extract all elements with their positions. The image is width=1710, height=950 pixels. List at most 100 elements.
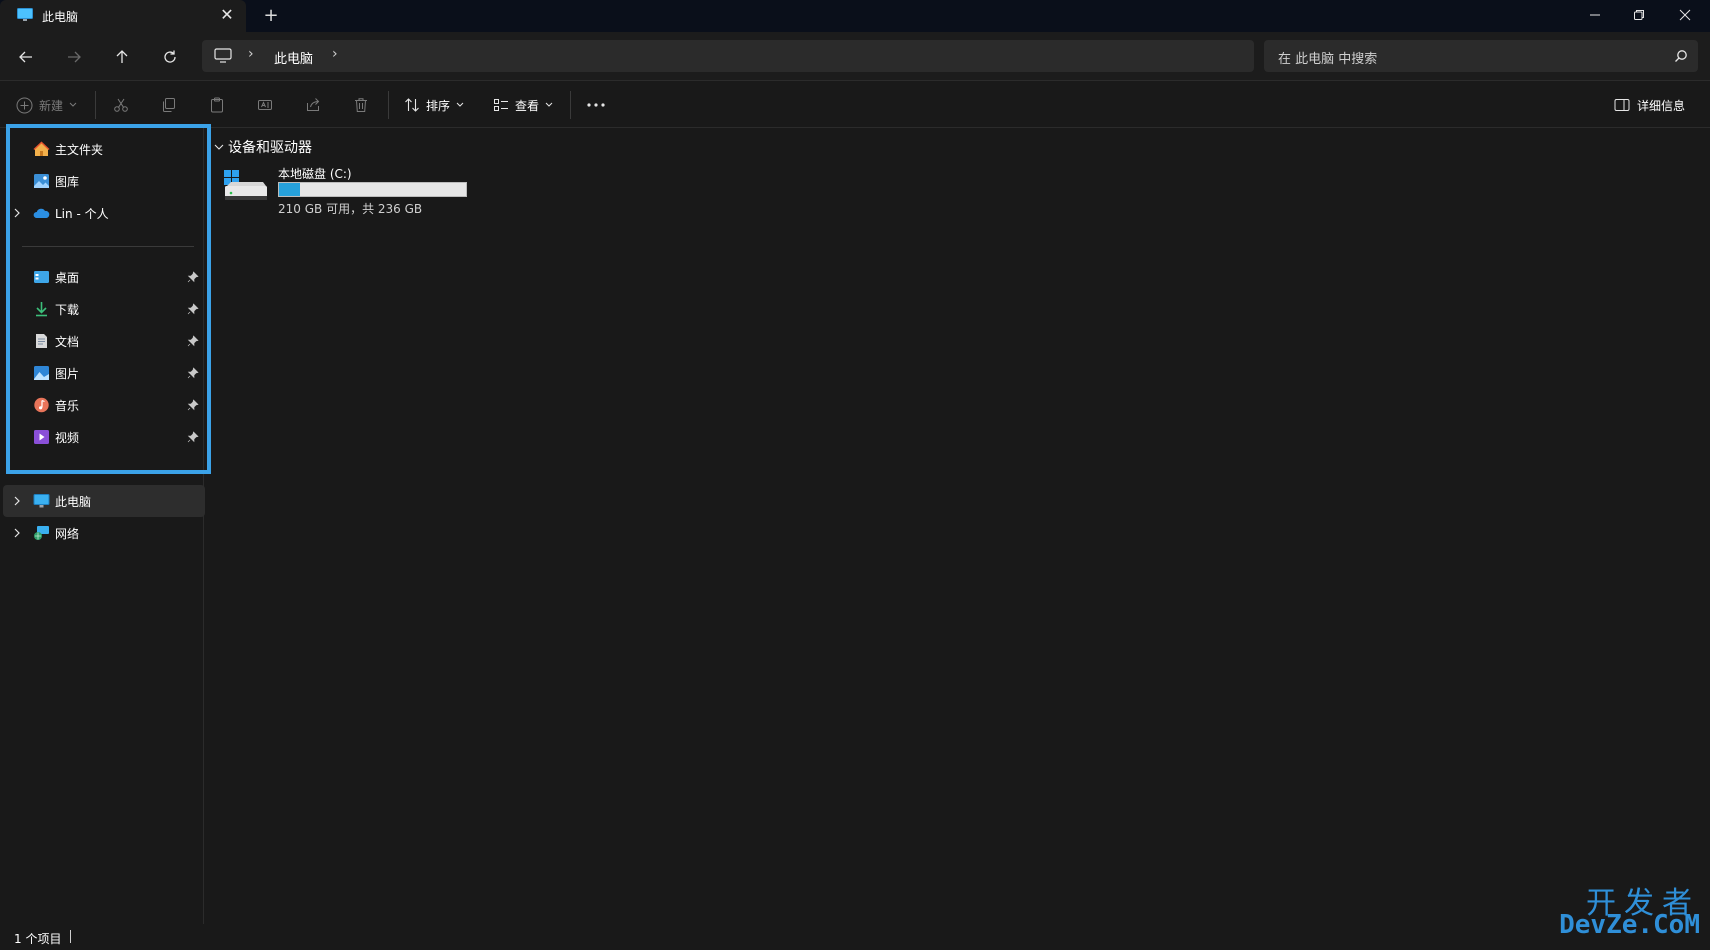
breadcrumb-separator-icon[interactable]: › xyxy=(248,46,254,62)
rename-icon xyxy=(258,100,272,110)
chevron-right-icon[interactable] xyxy=(11,206,23,220)
network-icon xyxy=(34,526,49,540)
scissors-icon xyxy=(114,98,128,112)
sidebar-divider xyxy=(22,246,194,247)
rename-button[interactable] xyxy=(257,89,273,121)
group-header-devices[interactable] xyxy=(213,136,225,158)
documents-icon xyxy=(36,334,47,348)
copy-button[interactable] xyxy=(161,89,177,121)
search-box[interactable]: 在 此电脑 中搜索 xyxy=(1264,40,1698,72)
paste-icon xyxy=(211,97,223,113)
toolbar-divider xyxy=(95,91,96,119)
breadcrumb-separator-icon[interactable]: › xyxy=(332,46,338,62)
videos-icon xyxy=(34,430,49,444)
sidebar-item-videos[interactable]: 视频 xyxy=(0,421,202,453)
command-bar: 新建 排序 查看 详细信息 xyxy=(0,80,1710,128)
sidebar-item-gallery[interactable]: 图库 xyxy=(0,165,202,197)
new-button-label: 新建 xyxy=(39,98,64,113)
new-button[interactable]: 新建 xyxy=(16,89,78,121)
desktop-icon xyxy=(34,271,49,283)
details-button[interactable]: 详细信息 xyxy=(1614,89,1685,121)
pin-icon[interactable] xyxy=(187,303,199,315)
sidebar-item-onedrive[interactable]: Lin - 个人 xyxy=(0,197,202,229)
pin-icon[interactable] xyxy=(187,367,199,379)
hard-drive-icon xyxy=(224,170,267,200)
chevron-right-icon[interactable] xyxy=(11,526,23,540)
search-icon xyxy=(1675,50,1687,62)
pin-icon[interactable] xyxy=(187,399,199,411)
details-pane-icon xyxy=(1614,99,1630,111)
sidebar-item-downloads[interactable]: 下载 xyxy=(0,293,202,325)
chevron-right-icon[interactable] xyxy=(11,494,23,508)
sidebar-item-label: 此电脑 xyxy=(55,495,92,509)
pin-icon[interactable] xyxy=(187,431,199,443)
new-tab-button[interactable]: + xyxy=(262,4,280,28)
sidebar-item-label: 网络 xyxy=(55,527,80,541)
more-icon xyxy=(587,103,605,107)
arrow-left-icon xyxy=(19,51,32,63)
toolbar-divider xyxy=(388,91,389,119)
chevron-down-icon xyxy=(545,102,553,107)
sidebar-item-label: 文档 xyxy=(55,335,80,349)
title-bar: 此电脑 ✕ + xyxy=(0,0,1710,32)
paste-button[interactable] xyxy=(209,89,225,121)
sidebar-item-home[interactable]: 主文件夹 xyxy=(0,133,202,165)
breadcrumb-this-pc[interactable]: 此电脑 xyxy=(274,48,313,67)
restore-button[interactable] xyxy=(1616,0,1662,30)
sidebar-item-documents[interactable]: 文档 xyxy=(0,325,202,357)
close-window-button[interactable] xyxy=(1662,0,1708,30)
search-placeholder[interactable]: 在 此电脑 中搜索 xyxy=(1278,48,1377,67)
up-button[interactable] xyxy=(106,41,138,73)
view-label: 查看 xyxy=(515,98,540,113)
minimize-icon xyxy=(1590,14,1600,16)
tab-close-icon[interactable]: ✕ xyxy=(218,4,236,26)
onedrive-icon xyxy=(33,208,50,218)
delete-button[interactable] xyxy=(353,89,369,121)
sort-icon xyxy=(405,98,419,112)
refresh-icon xyxy=(164,50,176,63)
chevron-down-icon xyxy=(456,102,464,107)
address-bar[interactable]: › 此电脑 › xyxy=(202,40,1254,72)
drive-free-space: 210 GB 可用，共 236 GB xyxy=(278,202,423,216)
minimize-button[interactable] xyxy=(1572,0,1618,30)
content-pane: 设备和驱动器 本地磁盘 (C:) 210 GB 可用，共 236 GB xyxy=(205,128,1710,924)
home-icon xyxy=(33,141,50,156)
forward-button[interactable] xyxy=(58,41,90,73)
chevron-down-icon[interactable] xyxy=(213,141,225,153)
music-icon xyxy=(34,397,49,413)
gallery-icon xyxy=(34,174,49,188)
sidebar-item-this-pc[interactable]: 此电脑 xyxy=(3,485,205,517)
sidebar-item-pictures[interactable]: 图片 xyxy=(0,357,202,389)
restore-icon xyxy=(1634,10,1644,20)
file-explorer-window: 此电脑 ✕ + › 此电脑 › 在 此电脑 中搜索 新建 排序 查看 详细信息 … xyxy=(0,0,1710,950)
close-icon xyxy=(1679,9,1691,21)
sidebar-item-network[interactable]: 网络 xyxy=(0,517,202,549)
sidebar-item-music[interactable]: 音乐 xyxy=(0,389,202,421)
toolbar-divider xyxy=(570,91,571,119)
sidebar-item-desktop[interactable]: 桌面 xyxy=(0,261,202,293)
download-icon xyxy=(36,302,47,317)
drive-tile-c[interactable]: 本地磁盘 (C:) 210 GB 可用，共 236 GB xyxy=(223,164,473,220)
view-button[interactable]: 查看 xyxy=(493,89,554,121)
pictures-icon xyxy=(34,366,49,380)
plus-circle-icon xyxy=(16,97,33,113)
status-divider xyxy=(70,930,71,943)
view-icon xyxy=(494,99,508,111)
more-options-button[interactable] xyxy=(586,89,606,121)
sidebar-item-label: Lin - 个人 xyxy=(55,207,109,221)
back-button[interactable] xyxy=(10,41,42,73)
watermark-logo: 开发者 DevZe.CoM xyxy=(1552,878,1700,940)
details-label: 详细信息 xyxy=(1637,98,1686,113)
status-bar: 1 个项目 xyxy=(0,924,1710,950)
trash-icon xyxy=(355,98,367,112)
tab-this-pc[interactable]: 此电脑 ✕ xyxy=(0,0,246,32)
pin-icon[interactable] xyxy=(187,335,199,347)
share-button[interactable] xyxy=(305,89,321,121)
sort-button[interactable]: 排序 xyxy=(404,89,465,121)
watermark-line2: DevZe.CoM xyxy=(1559,910,1700,940)
refresh-button[interactable] xyxy=(154,41,186,73)
this-pc-icon xyxy=(33,494,50,508)
drive-usage-fill xyxy=(279,183,300,196)
cut-button[interactable] xyxy=(113,89,129,121)
pin-icon[interactable] xyxy=(187,271,199,283)
